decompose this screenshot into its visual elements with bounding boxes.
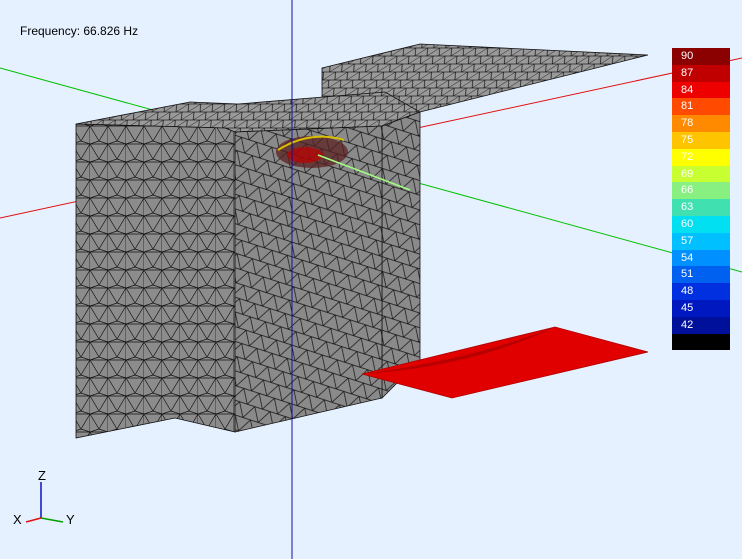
legend-entry: 48: [672, 283, 730, 300]
legend-entry: 66: [672, 182, 730, 200]
legend-entry: 78: [672, 115, 730, 132]
legend-entry: 75: [672, 131, 730, 149]
color-legend: 90 87 84 81 78 75 72 69 66 63 60 57 54 51 48 45 42: [672, 48, 730, 351]
legend-entry: 81: [672, 98, 730, 116]
fem-model-scene[interactable]: [0, 0, 742, 559]
legend-entry: 54: [672, 249, 730, 267]
legend-entry: 63: [672, 199, 730, 216]
legend-entry: 42: [672, 316, 730, 334]
block-front-face-left: [75, 123, 236, 439]
frequency-label: Frequency: 66.826 Hz: [20, 24, 139, 38]
legend-entry: 57: [672, 232, 730, 250]
triad-z-label: Z: [38, 468, 46, 483]
axis-triad: Z X Y: [8, 466, 88, 536]
triad-x-axis: [25, 517, 42, 523]
triad-y-label: Y: [66, 512, 75, 527]
3d-viewport[interactable]: Frequency: 66.826 Hz 90 87 84 81 78 75 72 69 66 6…: [0, 0, 742, 559]
block-right-face: [381, 111, 421, 399]
legend-entry: 87: [672, 64, 730, 82]
legend-entry: 45: [672, 299, 730, 317]
legend-entry: 90: [672, 48, 730, 65]
triad-y-axis: [40, 517, 64, 523]
legend-entry: 60: [672, 215, 730, 233]
triad-x-label: X: [13, 512, 22, 527]
legend-entry: 51: [672, 266, 730, 284]
block-front-face-right: [234, 125, 383, 433]
legend-entry: 69: [672, 165, 730, 183]
legend-entry: 84: [672, 81, 730, 99]
legend-entry: 72: [672, 148, 730, 166]
legend-entry: [672, 333, 730, 351]
hotspot-region: [276, 135, 348, 168]
